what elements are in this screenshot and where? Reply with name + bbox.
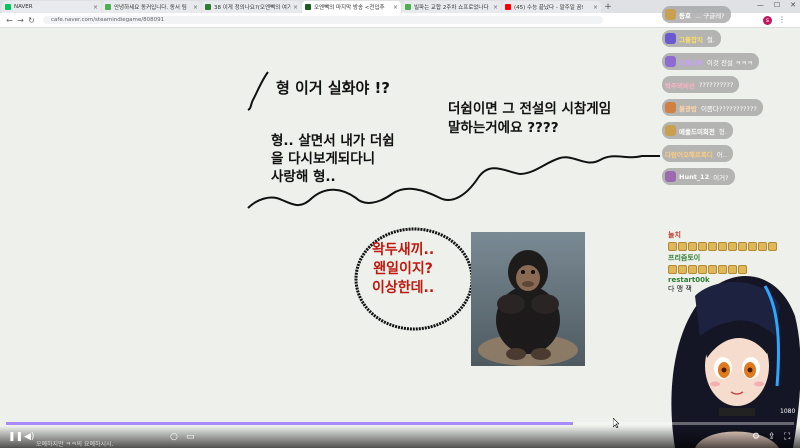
chat-username: 오동나무 bbox=[679, 58, 703, 67]
browser-tab-2[interactable]: 38 이게 정의나요?(오엔빽의 여기 × bbox=[202, 1, 301, 13]
chat-username: Hunt_12 bbox=[679, 172, 710, 181]
forward-arrow-icon[interactable]: → bbox=[15, 16, 26, 25]
new-tab-button[interactable]: + bbox=[602, 1, 614, 13]
tab-favicon bbox=[405, 4, 411, 10]
browser-tab-1[interactable]: 안녕하세요 동커입니다. 동서 팀 × bbox=[102, 1, 201, 13]
reload-icon[interactable]: ↻ bbox=[26, 16, 37, 25]
chat-message: ?????????? bbox=[698, 80, 734, 89]
chat-username: 불광밥 bbox=[679, 104, 697, 113]
chat-avatar bbox=[665, 102, 676, 113]
chat-bubble: 메클드미회전 형. bbox=[662, 122, 733, 139]
caption-line: 을 다시보게되다니 bbox=[271, 151, 376, 167]
taskview-icon[interactable]: ▭ bbox=[186, 432, 195, 442]
chat-avatar bbox=[665, 171, 676, 182]
chat-bubble: 다람어오해르폭디 어.. bbox=[662, 145, 733, 162]
chat-message: 이쯤다??????????? bbox=[700, 104, 757, 113]
chat-bubble: Hunt_12 이거? bbox=[662, 168, 735, 185]
stroke-squiggle bbox=[247, 71, 269, 111]
chat-avatar bbox=[665, 125, 676, 136]
back-arrow-icon[interactable]: ← bbox=[4, 16, 15, 25]
caption-line: 말하는거에요 ???? bbox=[448, 120, 559, 136]
minimize-icon[interactable]: — bbox=[757, 1, 764, 9]
video-progress-bar[interactable] bbox=[6, 422, 794, 425]
chat-message: ... 구글레? bbox=[694, 11, 725, 20]
quality-badge: 1080 bbox=[780, 408, 796, 415]
browser-tab-3[interactable]: 오엔빽의 마지막 방송 <전입추 × bbox=[302, 1, 401, 13]
tab-label: 오엔빽의 마지막 방송 <전입추 bbox=[314, 5, 385, 11]
chat-bubble: 박주의비선?????????? bbox=[662, 76, 740, 93]
tab-close-icon[interactable]: × bbox=[93, 4, 98, 11]
tab-favicon bbox=[305, 4, 311, 10]
profile-avatar[interactable]: s bbox=[763, 16, 772, 25]
tab-close-icon[interactable]: × bbox=[593, 4, 598, 11]
tab-close-icon[interactable]: × bbox=[393, 4, 398, 11]
window-controls: — ☐ ✕ bbox=[757, 1, 796, 9]
chat-username: 메클드미회전 bbox=[679, 127, 715, 136]
chat-bubble: 불광밥 이쯤다??????????? bbox=[662, 99, 763, 116]
settings-gear-icon[interactable]: ⚙ bbox=[752, 432, 760, 442]
chat-avatar bbox=[665, 56, 676, 67]
chat-bubble: 오동나무 이것 전설 ㅋㅋㅋ bbox=[662, 53, 759, 70]
tab-favicon bbox=[5, 4, 11, 10]
vtuber-avatar bbox=[671, 276, 800, 448]
browser-tab-0[interactable]: NAVER × bbox=[2, 1, 101, 13]
tab-label: (45) 수능 끝났다 - 말주일 꿈! bbox=[514, 5, 584, 11]
taskbar-label: 오예하지만 ㅋㅋ의 요예하시시. bbox=[36, 441, 114, 448]
chat-message: 이것 전설 ㅋㅋㅋ bbox=[706, 58, 753, 67]
url-field[interactable]: cafe.naver.com/steamindiegame/808091 bbox=[43, 16, 603, 24]
chat-message: 이거? bbox=[713, 173, 729, 182]
caption-suspicious: 왁두새끼.. 왠일이지? 이상한데.. bbox=[372, 241, 434, 298]
screen: NAVER × 안녕하세요 동커입니다. 동서 팀 × 38 이게 정의나요?(오엔… bbox=[0, 0, 800, 448]
tab-favicon bbox=[105, 4, 111, 10]
tab-label: NAVER bbox=[14, 4, 33, 10]
search-icon[interactable]: ○ bbox=[170, 432, 178, 442]
tab-favicon bbox=[205, 4, 211, 10]
fullscreen-icon[interactable]: ⛶ bbox=[784, 432, 790, 442]
tab-label: 38 이게 정의나요?(오엔빽의 여기 bbox=[214, 5, 291, 11]
mouse-cursor-icon bbox=[613, 418, 619, 428]
browser-tab-5[interactable]: (45) 수능 끝났다 - 말주일 꿈! × bbox=[502, 1, 601, 13]
pause-icon[interactable]: ❚❚ bbox=[8, 432, 23, 442]
chat-username: 다람어오해르폭디 bbox=[665, 150, 713, 159]
tab-label: 빌파는 교합 2주차 쇼프로었나다 bbox=[414, 5, 489, 11]
chat-avatar bbox=[665, 9, 676, 20]
tab-close-icon[interactable]: × bbox=[193, 4, 198, 11]
caption-line: 이상한데.. bbox=[372, 280, 435, 296]
chat-avatar bbox=[665, 33, 676, 44]
caption-reality-check: 형 이거 실화야 !? bbox=[276, 79, 391, 97]
caption-legend-game: 더쉽이면 그 전설의 시참게임 말하는거에요 ???? bbox=[448, 100, 611, 138]
chat-username: 그물잡지 bbox=[679, 35, 703, 44]
tab-favicon bbox=[505, 4, 511, 10]
close-window-icon[interactable]: ✕ bbox=[790, 1, 796, 9]
chat-bubble: 동호... 구글레? bbox=[662, 6, 731, 23]
caption-love-message: 형.. 살면서 내가 더쉽 을 다시보게되다니 사랑해 형.. bbox=[271, 132, 395, 186]
browser-tab-4[interactable]: 빌파는 교합 2주차 쇼프로었나다 × bbox=[402, 1, 501, 13]
caption-line: 왠일이지? bbox=[373, 261, 433, 277]
share-icon[interactable]: ⇪ bbox=[768, 432, 776, 442]
chat-message: 철. bbox=[706, 35, 715, 44]
caption-line: 더쉽이면 그 전설의 시참게임 bbox=[448, 101, 612, 117]
chat-username: 동호 bbox=[679, 11, 691, 20]
browser-menu-icon[interactable]: ⋮ bbox=[778, 15, 786, 24]
caption-line: 사랑해 형.. bbox=[271, 169, 336, 185]
chat-bubble: 그물잡지 철. bbox=[662, 30, 721, 47]
video-controls: ❚❚ ◀) ○ ▭ ⚙ ⇪ ⛶ bbox=[0, 426, 800, 448]
chimpanzee-photo bbox=[471, 232, 585, 366]
tab-label: 안녕하세요 동커입니다. 동서 팀 bbox=[114, 5, 187, 11]
chat-message: 형. bbox=[718, 127, 727, 136]
chat-message: 어.. bbox=[716, 150, 727, 159]
video-progress-fill bbox=[6, 422, 574, 425]
maximize-icon[interactable]: ☐ bbox=[774, 1, 780, 9]
caption-line: 형.. 살면서 내가 더쉽 bbox=[271, 133, 395, 149]
volume-icon[interactable]: ◀) bbox=[24, 432, 34, 442]
tab-close-icon[interactable]: × bbox=[293, 4, 298, 11]
caption-line: 왁두새끼.. bbox=[372, 242, 435, 258]
chat-username: 박주의비선 bbox=[665, 81, 695, 90]
tab-close-icon[interactable]: × bbox=[493, 4, 498, 11]
